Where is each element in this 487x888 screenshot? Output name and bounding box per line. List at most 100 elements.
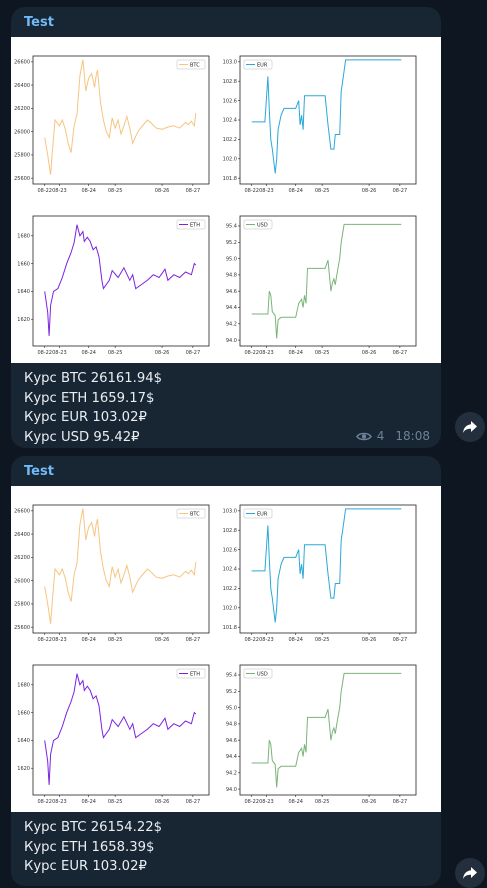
y-tick-label: 102.2 [223, 586, 237, 592]
series-line-eth [44, 224, 197, 336]
y-tick-label: 94.2 [226, 770, 237, 776]
x-tick-label: 08-24 [81, 637, 96, 643]
y-tick-label: 94.2 [226, 321, 237, 327]
x-tick-label: 08-23 [259, 637, 274, 643]
y-tick-label: 102.8 [223, 528, 237, 534]
chart-eur: 103.0 102.8 102.6 102.4 102.2 102.0 101.8 08-22… [223, 504, 417, 643]
chart-image[interactable]: 26600 26400 26200 26000 25800 25600 08-22 08-23… [11, 37, 441, 363]
x-tick-label: 08-25 [315, 188, 330, 194]
x-tick-label: 08-23 [52, 637, 67, 643]
y-tick-label: 25600 [14, 625, 30, 631]
legend-label: USD [257, 672, 268, 678]
legend-label: ETH [190, 223, 200, 229]
x-tick-label: 08-22 [244, 350, 259, 356]
y-tick-label: 1660 [17, 710, 30, 716]
series-line-eth [44, 673, 197, 785]
x-tick-label: 08-25 [108, 188, 123, 194]
y-tick-label: 101.8 [223, 625, 237, 631]
message-bubble[interactable]: Test 26600 26400 26200 26000 25800 25600 08-22… [11, 7, 441, 448]
x-tick-label: 08-25 [315, 799, 330, 805]
y-tick-label: 26600 [14, 509, 30, 515]
chart-image[interactable]: 26600 26400 26200 26000 25800 25600 08-22 08-23… [11, 486, 441, 812]
share-button[interactable] [455, 412, 485, 442]
x-tick-label: 08-27 [186, 188, 201, 194]
x-tick-label: 08-25 [315, 350, 330, 356]
y-tick-label: 94.0 [226, 787, 237, 793]
x-tick-label: 08-27 [393, 188, 408, 194]
x-tick-label: 08-27 [393, 799, 408, 805]
x-tick-label: 08-22 [37, 637, 52, 643]
x-tick-label: 08-23 [259, 188, 274, 194]
eye-icon [355, 432, 372, 440]
y-tick-label: 95.4 [226, 673, 237, 679]
sender-name[interactable]: Test [24, 464, 54, 479]
y-tick-label: 102.4 [223, 567, 237, 573]
chart-eur: 103.0 102.8 102.6 102.4 102.2 102.0 101.8 08-22… [223, 55, 417, 194]
message-caption: Курс BTC 26154.22$ Курс ETH 1658.39$ Кур… [24, 818, 162, 877]
series-line-eur [251, 59, 402, 174]
y-tick-label: 94.6 [226, 738, 237, 744]
x-tick-label: 08-26 [155, 799, 170, 805]
x-tick-label: 08-24 [288, 799, 303, 805]
y-tick-label: 94.8 [226, 273, 237, 279]
series-line-usd [251, 223, 402, 339]
x-tick-label: 08-26 [155, 350, 170, 356]
share-button[interactable] [455, 858, 485, 888]
y-tick-label: 94.4 [226, 305, 237, 311]
chart-frame [32, 504, 210, 634]
y-tick-label: 25800 [14, 602, 30, 608]
sender-name[interactable]: Test [24, 15, 54, 30]
y-tick-label: 102.0 [223, 605, 237, 611]
x-tick-label: 08-23 [259, 799, 274, 805]
y-tick-label: 1620 [17, 766, 30, 772]
x-tick-label: 08-22 [244, 188, 259, 194]
x-tick-label: 08-26 [362, 637, 377, 643]
y-tick-label: 95.2 [226, 689, 237, 695]
x-tick-label: 08-24 [288, 637, 303, 643]
y-tick-label: 94.4 [226, 754, 237, 760]
x-tick-label: 08-24 [81, 799, 96, 805]
chart-usd: 95.495.295.094.894.694.494.294.008-22 08-… [226, 215, 417, 356]
x-tick-label: 08-23 [52, 350, 67, 356]
caption-line-eur: Курс EUR 103.02₽ [24, 410, 147, 425]
legend-label: USD [257, 223, 268, 229]
legend-label: BTC [190, 63, 200, 69]
series-line-eur [251, 508, 402, 623]
legend-label: ETH [190, 672, 200, 678]
x-tick-label: 08-23 [52, 188, 67, 194]
chart-btc: 26600 26400 26200 26000 25800 25600 08-22 08-23… [14, 55, 210, 194]
share-arrow-icon [463, 867, 477, 879]
y-tick-label: 1680 [17, 234, 30, 240]
chart-eth: 1680 1660 1640 1620 08-22 08-23 08-24 08-25 08-2… [17, 664, 210, 805]
message-time: 18:08 [395, 429, 430, 443]
x-tick-label: 08-26 [155, 637, 170, 643]
legend-label: EUR [257, 63, 268, 69]
caption-line-eth: Курс ETH 1659.17$ [24, 390, 155, 406]
view-count: 4 [376, 429, 385, 443]
chart-btc: 26600 26400 26200 26000 25800 25600 08-22 08-23… [14, 504, 210, 643]
x-tick-label: 08-24 [288, 188, 303, 194]
y-tick-label: 1620 [17, 317, 30, 323]
y-tick-label: 102.8 [223, 79, 237, 85]
y-tick-label: 95.0 [226, 256, 237, 262]
y-tick-label: 102.2 [223, 137, 237, 143]
y-tick-label: 101.8 [223, 176, 237, 182]
y-tick-label: 94.6 [226, 289, 237, 295]
y-tick-label: 25800 [14, 153, 30, 159]
y-tick-label: 26000 [14, 578, 30, 584]
message-bubble[interactable]: Test 26600 26400 26200 26000 25800 25600 08-22… [11, 456, 441, 886]
y-tick-label: 26400 [14, 83, 30, 89]
charts-svg: 26600264002620026000258002560008-22 08-23… [14, 504, 417, 805]
chart-frame [32, 55, 210, 185]
chart-frame [239, 215, 417, 347]
message-meta: 4 18:08 [355, 429, 430, 443]
caption-line-eur: Курс EUR 103.02₽ [24, 859, 147, 874]
y-tick-label: 103.0 [223, 509, 237, 515]
x-tick-label: 08-24 [81, 350, 96, 356]
x-tick-label: 08-25 [315, 637, 330, 643]
caption-line-usd: Курс USD 95.42₽ [24, 429, 140, 445]
x-tick-label: 08-23 [259, 350, 274, 356]
y-tick-label: 26600 [14, 60, 30, 66]
x-tick-label: 08-22 [244, 799, 259, 805]
caption-line-eth: Курс ETH 1658.39$ [24, 839, 155, 855]
